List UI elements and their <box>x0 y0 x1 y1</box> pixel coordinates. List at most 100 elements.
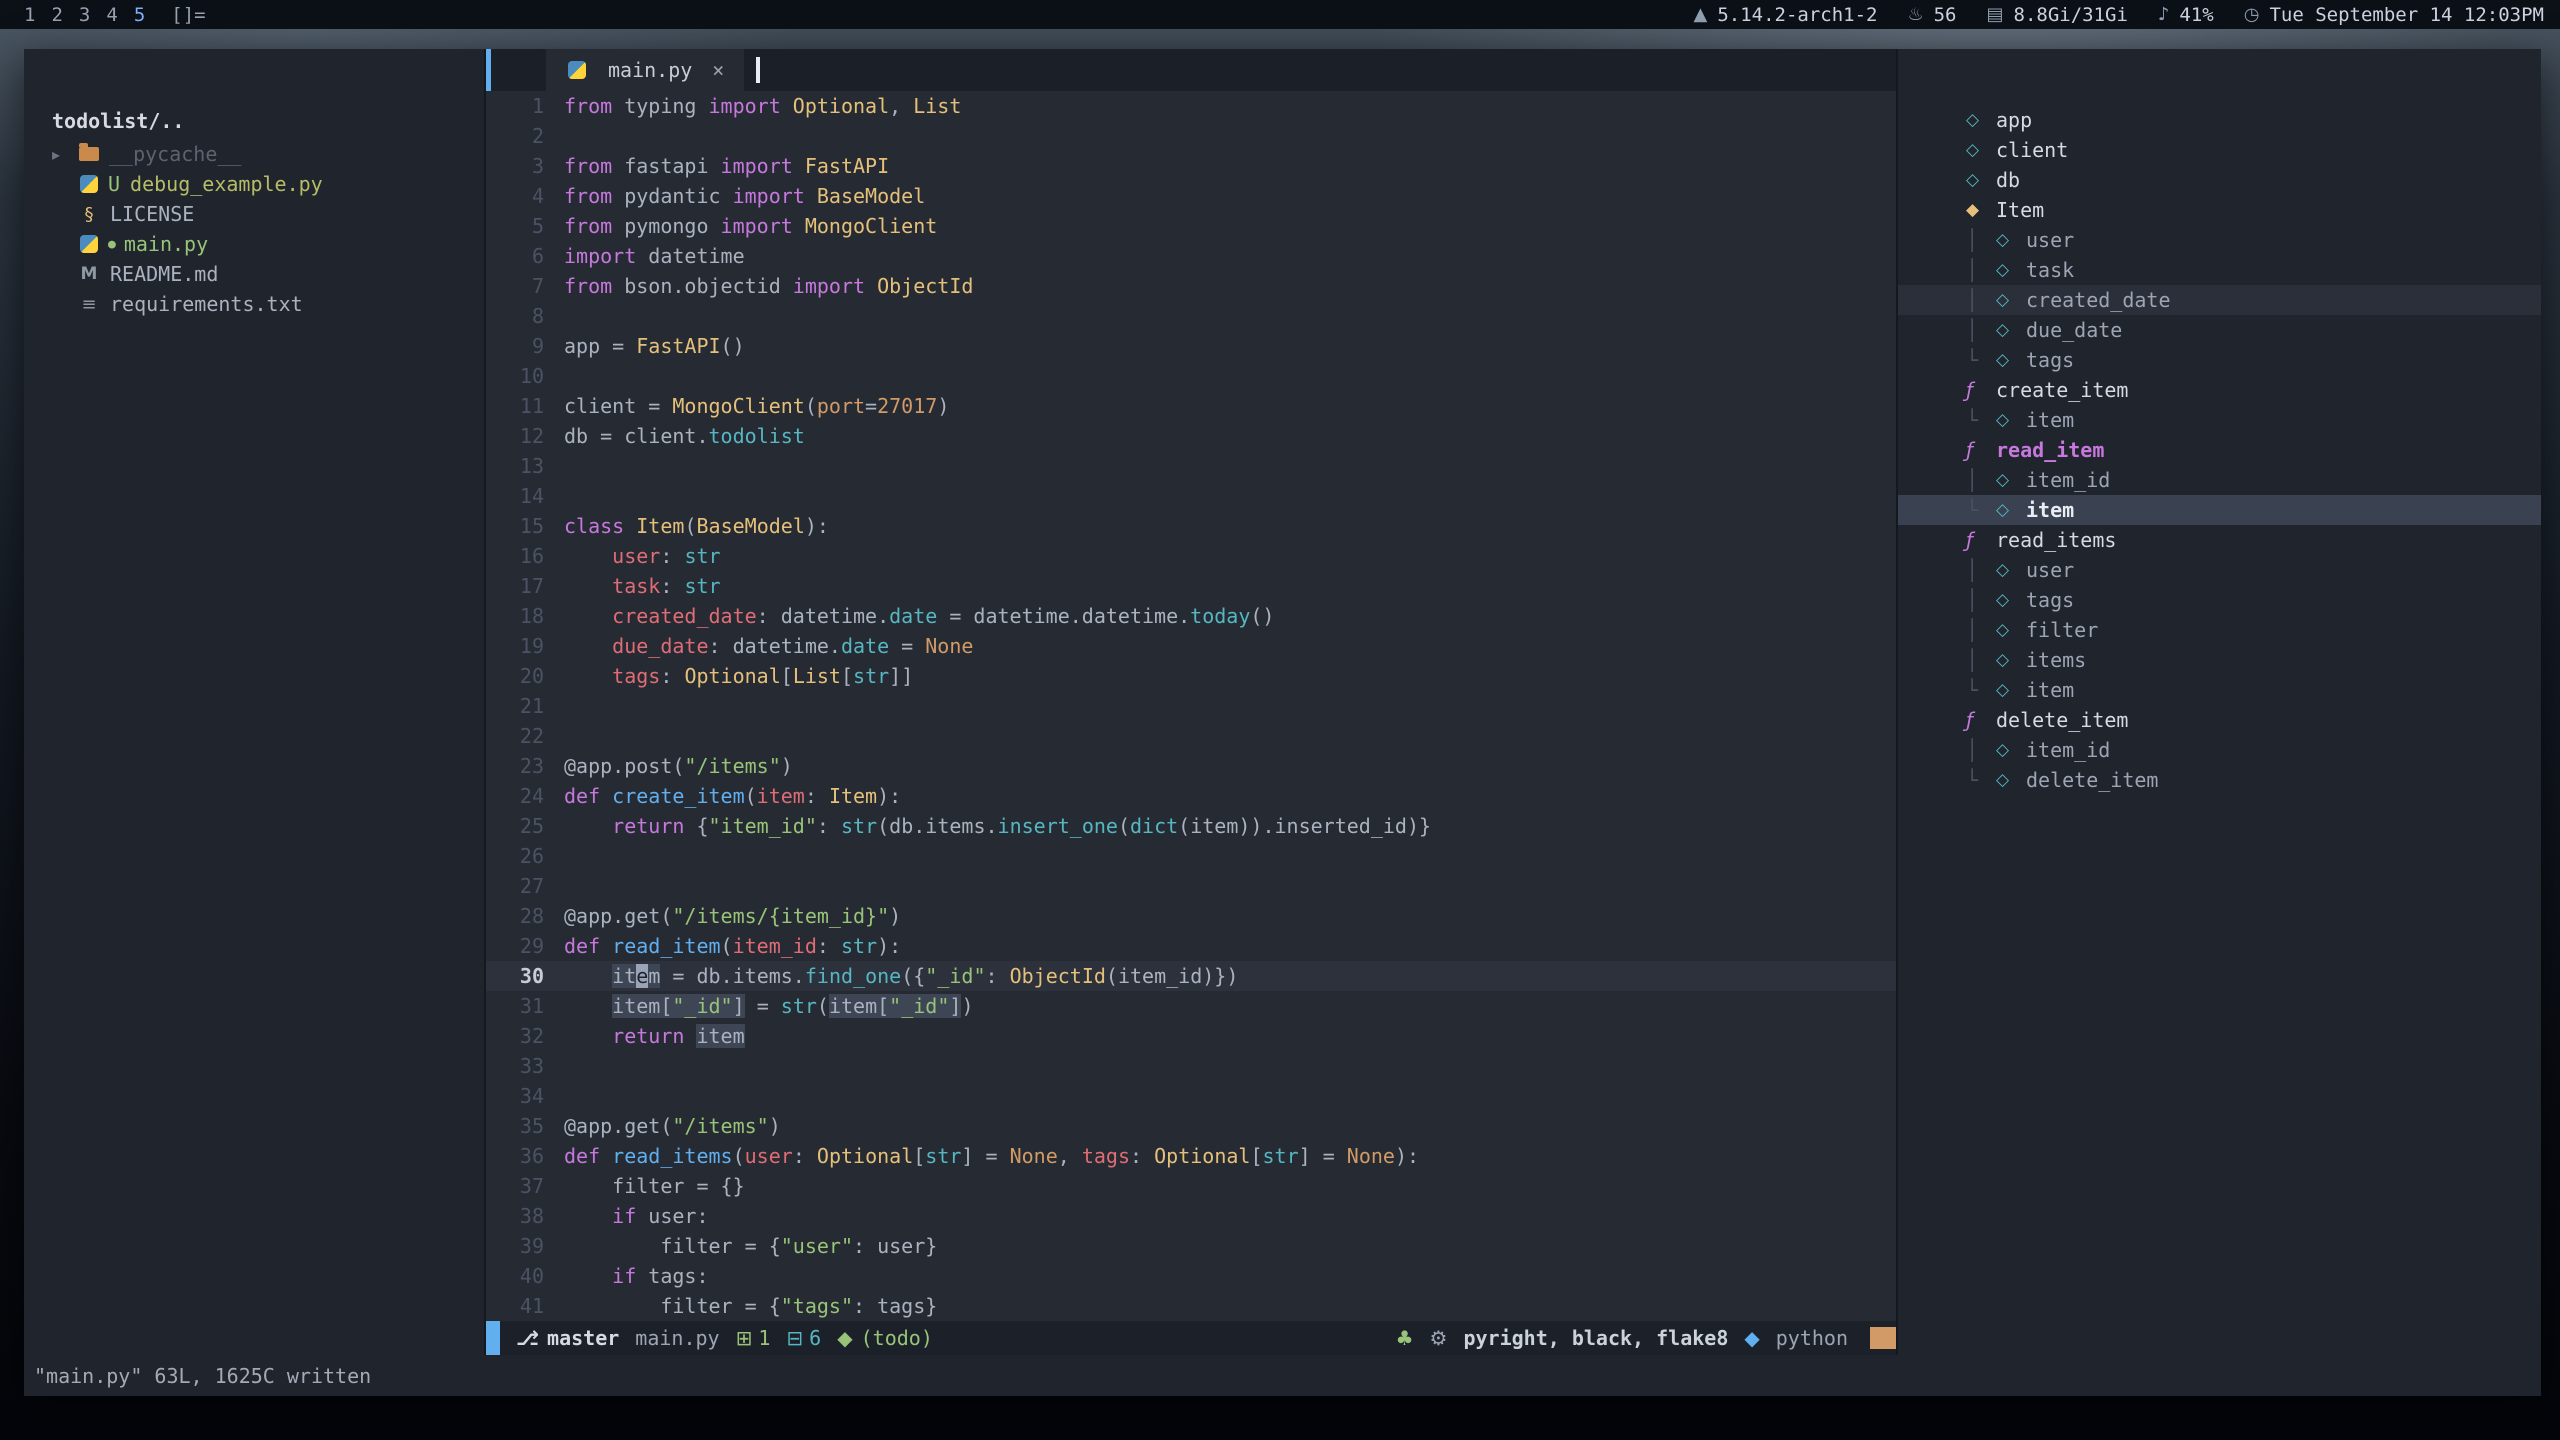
tag-item-item[interactable]: └◇item <box>1898 405 2541 435</box>
tag-item-tags[interactable]: │◇tags <box>1898 585 2541 615</box>
code-line-7[interactable]: 7from bson.objectid import ObjectId <box>486 271 1896 301</box>
tree-item-debug_example.py[interactable]: Udebug_example.py <box>24 169 484 199</box>
workspace-button-1[interactable]: 1 <box>16 4 43 26</box>
code-line-16[interactable]: 16 user: str <box>486 541 1896 571</box>
code-line-24[interactable]: 24def create_item(item: Item): <box>486 781 1896 811</box>
lsp-tools-list: pyright, black, flake8 <box>1463 1326 1728 1350</box>
code-text <box>564 1051 1896 1081</box>
code-line-17[interactable]: 17 task: str <box>486 571 1896 601</box>
code-text <box>564 451 1896 481</box>
code-line-37[interactable]: 37 filter = {} <box>486 1171 1896 1201</box>
tree-item-LICENSE[interactable]: §LICENSE <box>24 199 484 229</box>
code-line-2[interactable]: 2 <box>486 121 1896 151</box>
var-icon: ◇ <box>1996 500 2026 520</box>
tag-item-item_id[interactable]: │◇item_id <box>1898 465 2541 495</box>
memory-icon: ▤ <box>1987 4 2004 25</box>
tag-item-task[interactable]: │◇task <box>1898 255 2541 285</box>
tabline-accent-bar <box>486 49 491 91</box>
code-line-18[interactable]: 18 created_date: datetime.date = datetim… <box>486 601 1896 631</box>
tag-item-client[interactable]: ◇client <box>1898 135 2541 165</box>
code-line-13[interactable]: 13 <box>486 451 1896 481</box>
code-line-36[interactable]: 36def read_items(user: Optional[str] = N… <box>486 1141 1896 1171</box>
line-number: 11 <box>486 391 564 421</box>
var-icon: ◇ <box>1996 770 2026 790</box>
code-text: filter = {"tags": tags} <box>564 1291 1896 1321</box>
code-text: item["_id"] = str(item["_id"]) <box>564 991 1896 1021</box>
code-line-21[interactable]: 21 <box>486 691 1896 721</box>
tab-main-py[interactable]: main.py × <box>546 49 744 91</box>
tag-item-item_id[interactable]: │◇item_id <box>1898 735 2541 765</box>
tag-item-created_date[interactable]: │◇created_date <box>1898 285 2541 315</box>
code-line-23[interactable]: 23@app.post("/items") <box>486 751 1896 781</box>
code-line-11[interactable]: 11client = MongoClient(port=27017) <box>486 391 1896 421</box>
tag-item-app[interactable]: ◇app <box>1898 105 2541 135</box>
code-line-41[interactable]: 41 filter = {"tags": tags} <box>486 1291 1896 1321</box>
close-icon[interactable]: × <box>712 58 724 82</box>
code-line-29[interactable]: 29def read_item(item_id: str): <box>486 931 1896 961</box>
code-line-26[interactable]: 26 <box>486 841 1896 871</box>
tag-item-tags[interactable]: └◇tags <box>1898 345 2541 375</box>
code-line-28[interactable]: 28@app.get("/items/{item_id}") <box>486 901 1896 931</box>
tree-connector: │ <box>1966 228 1996 252</box>
workspace-button-4[interactable]: 4 <box>98 4 125 26</box>
code-line-33[interactable]: 33 <box>486 1051 1896 1081</box>
code-text: task: str <box>564 571 1896 601</box>
tag-item-item[interactable]: └◇item <box>1898 495 2541 525</box>
tag-item-read_item[interactable]: ƒread_item <box>1898 435 2541 465</box>
tag-item-read_items[interactable]: ƒread_items <box>1898 525 2541 555</box>
tag-item-Item[interactable]: ◆Item <box>1898 195 2541 225</box>
code-line-38[interactable]: 38 if user: <box>486 1201 1896 1231</box>
code-text: return {"item_id": str(db.items.insert_o… <box>564 811 1896 841</box>
tree-connector: │ <box>1966 468 1996 492</box>
code-line-39[interactable]: 39 filter = {"user": user} <box>486 1231 1896 1261</box>
code-line-8[interactable]: 8 <box>486 301 1896 331</box>
editor-main-row: todolist/.. ▸__pycache__Udebug_example.p… <box>24 49 2541 1355</box>
workspace-button-2[interactable]: 2 <box>43 4 70 26</box>
tag-item-filter[interactable]: │◇filter <box>1898 615 2541 645</box>
tag-item-item[interactable]: └◇item <box>1898 675 2541 705</box>
tag-item-create_item[interactable]: ƒcreate_item <box>1898 375 2541 405</box>
code-line-15[interactable]: 15class Item(BaseModel): <box>486 511 1896 541</box>
code-line-40[interactable]: 40 if tags: <box>486 1261 1896 1291</box>
code-line-30[interactable]: 30 item = db.items.find_one({"_id": Obje… <box>486 961 1896 991</box>
code-line-3[interactable]: 3from fastapi import FastAPI <box>486 151 1896 181</box>
code-line-27[interactable]: 27 <box>486 871 1896 901</box>
tag-item-delete_item[interactable]: └◇delete_item <box>1898 765 2541 795</box>
tree-root[interactable]: todolist/.. <box>24 103 484 139</box>
code-line-9[interactable]: 9app = FastAPI() <box>486 331 1896 361</box>
code-line-6[interactable]: 6import datetime <box>486 241 1896 271</box>
tree-item-__pycache__[interactable]: ▸__pycache__ <box>24 139 484 169</box>
code-line-31[interactable]: 31 item["_id"] = str(item["_id"]) <box>486 991 1896 1021</box>
line-number: 41 <box>486 1291 564 1321</box>
tree-item-main.py[interactable]: ●main.py <box>24 229 484 259</box>
code-line-12[interactable]: 12db = client.todolist <box>486 421 1896 451</box>
code-editor[interactable]: 1from typing import Optional, List23from… <box>486 91 1896 1321</box>
workspace-button-3[interactable]: 3 <box>71 4 98 26</box>
code-line-1[interactable]: 1from typing import Optional, List <box>486 91 1896 121</box>
code-line-22[interactable]: 22 <box>486 721 1896 751</box>
code-line-25[interactable]: 25 return {"item_id": str(db.items.inser… <box>486 811 1896 841</box>
code-line-14[interactable]: 14 <box>486 481 1896 511</box>
tag-item-user[interactable]: │◇user <box>1898 555 2541 585</box>
code-line-4[interactable]: 4from pydantic import BaseModel <box>486 181 1896 211</box>
code-text: return item <box>564 1021 1896 1051</box>
code-line-34[interactable]: 34 <box>486 1081 1896 1111</box>
tree-item-requirements.txt[interactable]: ≡requirements.txt <box>24 289 484 319</box>
tag-item-items[interactable]: │◇items <box>1898 645 2541 675</box>
tag-item-delete_item[interactable]: ƒdelete_item <box>1898 705 2541 735</box>
code-line-20[interactable]: 20 tags: Optional[List[str]] <box>486 661 1896 691</box>
line-number: 35 <box>486 1111 564 1141</box>
tree-item-README.md[interactable]: MREADME.md <box>24 259 484 289</box>
tag-item-user[interactable]: │◇user <box>1898 225 2541 255</box>
code-line-35[interactable]: 35@app.get("/items") <box>486 1111 1896 1141</box>
tag-item-db[interactable]: ◇db <box>1898 165 2541 195</box>
code-line-10[interactable]: 10 <box>486 361 1896 391</box>
code-line-19[interactable]: 19 due_date: datetime.date = None <box>486 631 1896 661</box>
code-line-5[interactable]: 5from pymongo import MongoClient <box>486 211 1896 241</box>
tag-label: app <box>1996 108 2032 132</box>
tag-item-due_date[interactable]: │◇due_date <box>1898 315 2541 345</box>
code-line-32[interactable]: 32 return item <box>486 1021 1896 1051</box>
workspace-button-5[interactable]: 5 <box>126 4 153 26</box>
python-icon <box>80 175 98 193</box>
code-text <box>564 721 1896 751</box>
